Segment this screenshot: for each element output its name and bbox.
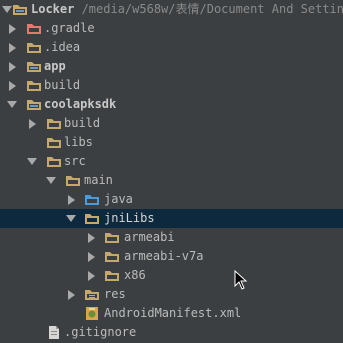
tree-item-label: AndroidManifest.xml	[104, 306, 242, 320]
tree-row-jnilibs[interactable]: jniLibs	[0, 209, 343, 228]
folder-icon	[46, 116, 62, 131]
module-folder-icon	[12, 2, 28, 17]
collapsed-arrow-icon[interactable]	[66, 190, 78, 209]
tree-item-label: main	[84, 173, 113, 187]
tree-item-label: .gitignore	[64, 325, 137, 339]
tree-row-app[interactable]: app	[0, 57, 343, 76]
collapsed-arrow-icon[interactable]	[7, 76, 19, 95]
tree-item-label: java	[104, 192, 133, 206]
tree-item-label: armeabi-v7a	[124, 249, 204, 263]
tree-item-label: build	[64, 116, 101, 130]
tree-row-gradle[interactable]: .gradle	[0, 19, 343, 38]
mouse-cursor-icon	[234, 270, 248, 290]
project-tree: Locker /media/w568w/表情/Document And Sett…	[0, 0, 343, 341]
tree-item-label: Locker /media/w568w/表情/Document And Sett…	[31, 2, 343, 16]
expanded-arrow-icon[interactable]	[65, 209, 77, 228]
tree-item-label: x86	[124, 268, 146, 282]
tree-row-main[interactable]: main	[0, 171, 343, 190]
text-file-icon	[46, 325, 62, 340]
tree-item-label: libs	[64, 135, 93, 149]
tree-row-gitignore[interactable]: .gitignore	[0, 323, 343, 342]
tree-row-build[interactable]: build	[0, 76, 343, 95]
collapsed-arrow-icon[interactable]	[86, 228, 98, 247]
tree-item-label: .idea	[44, 40, 81, 54]
folder-icon	[84, 211, 100, 226]
folder-icon	[26, 78, 42, 93]
tree-row-armeabi-v7a[interactable]: armeabi-v7a	[0, 247, 343, 266]
folder-icon	[104, 249, 120, 264]
tree-item-label: jniLibs	[104, 211, 155, 225]
folder-icon	[65, 173, 81, 188]
collapsed-arrow-icon[interactable]	[86, 266, 98, 285]
resource-folder-icon	[84, 287, 100, 302]
expanded-arrow-icon[interactable]	[45, 171, 57, 190]
tree-row-src[interactable]: src	[0, 152, 343, 171]
tree-row-coolapksdk[interactable]: coolapksdk	[0, 95, 343, 114]
tree-row-idea[interactable]: .idea	[0, 38, 343, 57]
tree-row-locker[interactable]: Locker /media/w568w/表情/Document And Sett…	[0, 0, 343, 19]
tree-item-label: build	[44, 78, 81, 92]
project-path: /media/w568w/表情/Document And Settin	[74, 2, 343, 16]
tree-row-coolapksdk-build[interactable]: build	[0, 114, 343, 133]
collapsed-arrow-icon[interactable]	[66, 285, 78, 304]
tree-row-x86[interactable]: x86	[0, 266, 343, 285]
tree-item-label: app	[44, 59, 66, 73]
collapsed-arrow-icon[interactable]	[27, 114, 39, 133]
tree-item-label: armeabi	[124, 230, 175, 244]
tree-item-label: res	[104, 287, 126, 301]
tree-row-java[interactable]: java	[0, 190, 343, 209]
expanded-arrow-icon[interactable]	[6, 95, 18, 114]
collapsed-arrow-icon[interactable]	[7, 38, 19, 57]
module-folder-icon	[26, 59, 42, 74]
android-manifest-icon	[84, 306, 100, 321]
folder-icon	[26, 40, 42, 55]
folder-icon	[46, 135, 62, 150]
tree-row-res[interactable]: res	[0, 285, 343, 304]
folder-icon	[46, 154, 62, 169]
tree-row-armeabi[interactable]: armeabi	[0, 228, 343, 247]
source-folder-icon	[84, 192, 100, 207]
tree-item-label: src	[64, 154, 86, 168]
collapsed-arrow-icon[interactable]	[7, 57, 19, 76]
collapsed-arrow-icon[interactable]	[86, 247, 98, 266]
excluded-folder-icon	[26, 21, 42, 36]
tree-item-label: coolapksdk	[44, 97, 117, 111]
module-folder-icon	[26, 97, 42, 112]
tree-row-libs[interactable]: libs	[0, 133, 343, 152]
collapsed-arrow-icon[interactable]	[7, 19, 19, 38]
folder-icon	[104, 230, 120, 245]
tree-item-label: .gradle	[44, 21, 95, 35]
folder-icon	[104, 268, 120, 283]
expanded-arrow-icon[interactable]	[26, 152, 38, 171]
tree-row-androidmanifest[interactable]: AndroidManifest.xml	[0, 304, 343, 323]
